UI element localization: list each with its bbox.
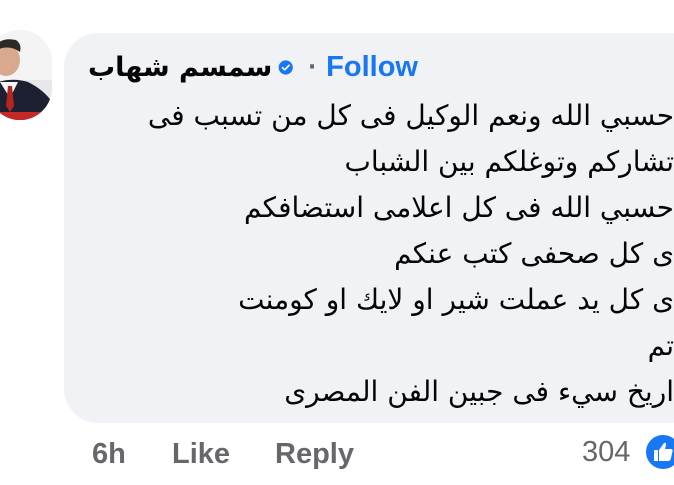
like-thumb-icon[interactable] xyxy=(643,432,674,472)
comment-line: تم xyxy=(647,329,674,362)
author-name[interactable]: سمسم شهاب xyxy=(88,52,272,83)
avatar[interactable] xyxy=(0,30,52,120)
avatar-image xyxy=(0,30,52,120)
comment-line: حسبي الله فى كل اعلامى استضافكم xyxy=(244,191,674,224)
comment-actions: 6h Like Reply 304 xyxy=(0,430,674,480)
facebook-comment-screen: • سمسم شهاب · Follow xyxy=(0,0,674,485)
fragment-glyph: • xyxy=(300,0,308,4)
comment-header: سمسم شهاب · Follow xyxy=(88,47,418,87)
comment-line: حسبي الله ونعم الوكيل فى كل من تسبب فى xyxy=(147,99,674,132)
comment-bubble xyxy=(64,33,674,423)
reaction-count[interactable]: 304 xyxy=(582,436,630,469)
timestamp-link[interactable]: 6h xyxy=(92,438,126,471)
comment-line: تشاركم وتوغلكم بين الشباب xyxy=(344,145,674,178)
comment-line: ى كل يد عملت شير او لايك او كومنت xyxy=(238,283,674,316)
reply-button[interactable]: Reply xyxy=(275,438,354,471)
previous-comment-fragment: • xyxy=(300,0,360,4)
separator-dot: · xyxy=(307,54,317,80)
verified-badge-icon xyxy=(279,59,294,75)
follow-button[interactable]: Follow xyxy=(326,51,418,84)
like-button[interactable]: Like xyxy=(172,438,230,471)
comment-line: ى كل صحفى كتب عنكم xyxy=(394,237,674,270)
comment-line: اريخ سيء فى جبين الفن المصرى xyxy=(284,375,674,408)
